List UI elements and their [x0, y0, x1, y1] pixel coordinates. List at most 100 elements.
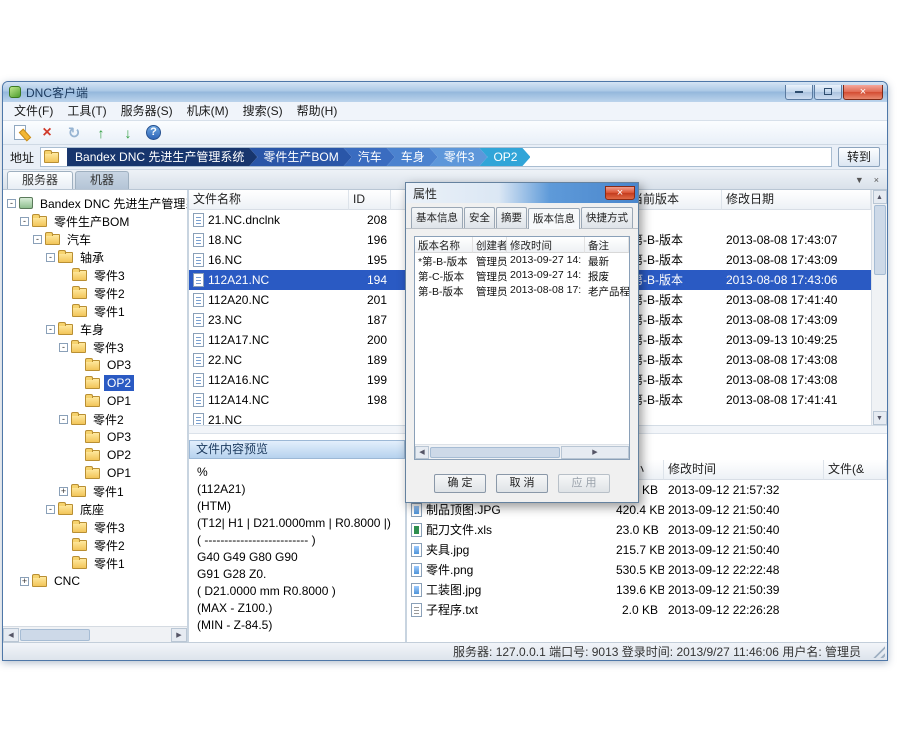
column-header-id[interactable]: ID: [349, 190, 391, 210]
go-button[interactable]: 转到: [838, 147, 880, 167]
tree-item-10[interactable]: OP2: [3, 374, 187, 392]
cancel-button[interactable]: 取 消: [496, 474, 548, 493]
tabstrip-dropdown-icon[interactable]: ▼: [855, 174, 864, 186]
version-column-header-0[interactable]: 版本名称: [415, 237, 473, 253]
download-icon[interactable]: ↓: [119, 124, 137, 142]
tree-toggle-icon[interactable]: -: [46, 253, 55, 262]
breadcrumb-segment-4[interactable]: 零件3: [430, 148, 488, 166]
version-column-header-1[interactable]: 创建者: [473, 237, 507, 253]
tree-toggle-icon[interactable]: -: [7, 199, 16, 208]
tree-item-19[interactable]: 零件2: [3, 536, 187, 554]
column-header-modified[interactable]: 修改时间: [664, 460, 824, 480]
menu-item-0[interactable]: 文件(F): [7, 102, 60, 121]
scroll-thumb[interactable]: [874, 205, 886, 275]
attachment-row-3[interactable]: 夹具.jpg215.7 KB2013-09-12 21:50:40: [407, 540, 887, 560]
tree-item-15[interactable]: OP1: [3, 464, 187, 482]
menu-item-4[interactable]: 搜索(S): [236, 102, 290, 121]
scroll-right-icon[interactable]: ▶: [171, 628, 187, 642]
tabstrip-close-icon[interactable]: ×: [874, 174, 879, 186]
tree-item-20[interactable]: 零件1: [3, 554, 187, 572]
view-tab-0[interactable]: 服务器: [7, 171, 73, 189]
tree-toggle-icon[interactable]: -: [33, 235, 42, 244]
dialog-tab-1[interactable]: 安全: [464, 207, 495, 228]
attachment-row-6[interactable]: 子程序.txt2.0 KB2013-09-12 22:26:28: [407, 600, 887, 620]
view-tab-1[interactable]: 机器: [75, 171, 129, 189]
menu-item-5[interactable]: 帮助(H): [290, 102, 345, 121]
tree-item-3[interactable]: -轴承: [3, 248, 187, 266]
scroll-right-icon[interactable]: ▶: [561, 446, 629, 459]
tree-item-7[interactable]: -车身: [3, 320, 187, 338]
column-header-file[interactable]: 文件(&: [824, 460, 887, 480]
scroll-thumb[interactable]: [20, 629, 90, 641]
tree-toggle-icon[interactable]: -: [59, 343, 68, 352]
refresh-icon[interactable]: ↻: [65, 124, 83, 142]
address-field[interactable]: Bandex DNC 先进生产管理系统零件生产BOM汽车车身零件3OP2: [40, 147, 832, 167]
resize-grip-icon[interactable]: [872, 645, 885, 658]
scroll-down-icon[interactable]: ▼: [873, 411, 887, 425]
tree-item-0[interactable]: -Bandex DNC 先进生产管理系统: [3, 194, 187, 212]
tree-item-1[interactable]: -零件生产BOM: [3, 212, 187, 230]
version-list-hscrollbar[interactable]: ◀ ▶: [415, 444, 629, 459]
file-list-vscrollbar[interactable]: ▲ ▼: [871, 190, 887, 425]
dialog-tab-3[interactable]: 版本信息: [528, 208, 580, 229]
menu-item-2[interactable]: 服务器(S): [114, 102, 180, 121]
version-column-header-2[interactable]: 修改时间: [507, 237, 585, 253]
menu-item-1[interactable]: 工具(T): [60, 102, 113, 121]
tree-item-5[interactable]: 零件2: [3, 284, 187, 302]
dialog-close-button[interactable]: ×: [605, 186, 635, 200]
tree-item-2[interactable]: -汽车: [3, 230, 187, 248]
tree-item-21[interactable]: +CNC: [3, 572, 187, 590]
dialog-tab-4[interactable]: 快捷方式: [581, 207, 633, 228]
apply-button[interactable]: 应 用: [558, 474, 610, 493]
column-header-name[interactable]: 文件名称: [189, 190, 349, 210]
properties-dialog: 属性 × 基本信息安全摘要版本信息快捷方式 版本名称创建者修改时间备注 *第-B…: [405, 182, 639, 503]
attachment-row-5[interactable]: 工装图.jpg139.6 KB2013-09-12 21:50:39: [407, 580, 887, 600]
column-header-date[interactable]: 修改日期: [722, 190, 871, 210]
tree-toggle-icon[interactable]: +: [59, 487, 68, 496]
dialog-version-row-1[interactable]: 第-C-版本管理员2013-09-27 14:报废: [415, 268, 629, 283]
tree-toggle-icon[interactable]: -: [20, 217, 29, 226]
menu-item-3[interactable]: 机床(M): [180, 102, 236, 121]
dialog-version-row-2[interactable]: 第-B-版本管理员2013-08-08 17:老产品程序: [415, 283, 629, 298]
tree-toggle-icon[interactable]: +: [20, 577, 29, 586]
tree-item-9[interactable]: OP3: [3, 356, 187, 374]
column-header-version[interactable]: 当前版本: [627, 190, 722, 210]
dialog-tab-2[interactable]: 摘要: [496, 207, 527, 228]
scroll-thumb[interactable]: [430, 447, 560, 458]
tree-item-17[interactable]: -底座: [3, 500, 187, 518]
edit-icon[interactable]: [11, 124, 29, 142]
tree-item-6[interactable]: 零件1: [3, 302, 187, 320]
tree-toggle-icon[interactable]: -: [46, 325, 55, 334]
upload-icon[interactable]: ↑: [92, 124, 110, 142]
scroll-left-icon[interactable]: ◀: [3, 628, 19, 642]
minimize-button[interactable]: [785, 85, 813, 100]
dialog-titlebar[interactable]: 属性 ×: [406, 183, 638, 203]
dialog-tab-0[interactable]: 基本信息: [411, 207, 463, 228]
attachment-row-1[interactable]: 制品顶图.JPG420.4 KB2013-09-12 21:50:40: [407, 500, 887, 520]
delete-icon[interactable]: ×: [38, 124, 56, 142]
titlebar[interactable]: DNC客户端 ×: [3, 82, 887, 102]
version-column-header-3[interactable]: 备注: [585, 237, 629, 253]
tree-item-12[interactable]: -零件2: [3, 410, 187, 428]
dialog-version-row-0[interactable]: *第-B-版本管理员2013-09-27 14:最新: [415, 253, 629, 268]
breadcrumb-segment-0[interactable]: Bandex DNC 先进生产管理系统: [67, 148, 257, 166]
tree-toggle-icon[interactable]: -: [59, 415, 68, 424]
attachment-row-4[interactable]: 零件.png530.5 KB2013-09-12 22:22:48: [407, 560, 887, 580]
tree-item-13[interactable]: OP3: [3, 428, 187, 446]
scroll-left-icon[interactable]: ◀: [415, 446, 429, 459]
tree-item-14[interactable]: OP2: [3, 446, 187, 464]
ok-button[interactable]: 确 定: [434, 474, 486, 493]
tree-item-16[interactable]: +零件1: [3, 482, 187, 500]
tree-hscrollbar[interactable]: ◀ ▶: [3, 626, 187, 642]
attachment-row-2[interactable]: 配刀文件.xls23.0 KB2013-09-12 21:50:40: [407, 520, 887, 540]
tree-toggle-icon[interactable]: -: [46, 505, 55, 514]
tree-item-11[interactable]: OP1: [3, 392, 187, 410]
close-button[interactable]: ×: [843, 85, 883, 100]
help-icon[interactable]: ?: [146, 125, 161, 140]
tree-item-8[interactable]: -零件3: [3, 338, 187, 356]
scroll-up-icon[interactable]: ▲: [873, 190, 887, 204]
tree-item-18[interactable]: 零件3: [3, 518, 187, 536]
breadcrumb-segment-1[interactable]: 零件生产BOM: [249, 148, 351, 166]
tree-item-4[interactable]: 零件3: [3, 266, 187, 284]
maximize-button[interactable]: [814, 85, 842, 100]
